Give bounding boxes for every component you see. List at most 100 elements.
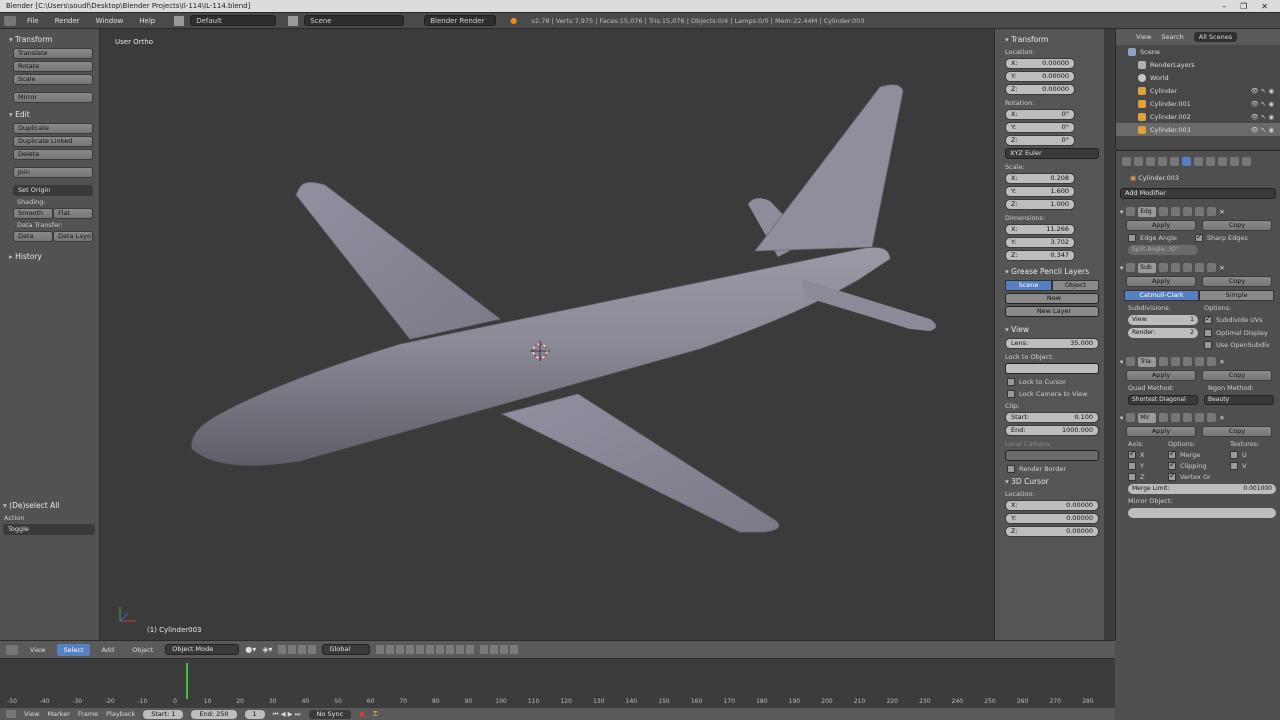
lock-camera-check[interactable]: Lock Camera to View [1007,390,1098,398]
location-z-field[interactable]: Z: 0.00000 [1005,84,1075,95]
layer-icon[interactable] [426,645,435,654]
view-levels-field[interactable]: View: 1 [1128,315,1198,325]
collapse-icon[interactable]: ▾ [1120,208,1123,216]
world-tab-icon[interactable] [1146,156,1155,166]
visibility-icons[interactable]: 👁 ↖ ◉ [1250,126,1274,134]
flat-button[interactable]: Flat [53,208,93,219]
dimensions-z-field[interactable]: Z: 0.347 [1005,250,1075,261]
split-angle-field[interactable]: Split Angle: 30° [1128,245,1198,255]
location-x-field[interactable]: X: 0.00000 [1005,58,1075,69]
collapse-icon[interactable]: ▾ [1120,358,1123,366]
modifier-name[interactable]: Sub [1138,262,1157,273]
viewport-shading-icon[interactable]: ●▾ [245,645,256,654]
physics-tab-icon[interactable] [1242,156,1251,166]
checkbox[interactable] [1007,465,1015,473]
outliner-item-cylinder-002[interactable]: Cylinder.002 👁 ↖ ◉ [1116,110,1280,123]
smooth-button[interactable]: Smooth [13,208,53,219]
3d-viewport[interactable]: User Ortho (1) Cylinder003 [100,29,994,640]
timeline[interactable]: -50 -40 -30 -20 -10 0 10 20 30 40 50 60 70 80 90 100 110… [0,658,1115,708]
checkbox[interactable] [1204,341,1212,349]
scene-tab-icon[interactable] [1134,156,1143,166]
checkbox[interactable] [1168,449,1176,459]
visibility-icons[interactable]: 👁 ↖ ◉ [1250,113,1274,121]
editmode-icon[interactable] [1183,263,1193,272]
checkbox[interactable] [1230,451,1238,459]
checkbox[interactable] [1128,449,1136,459]
apply-button[interactable]: Apply [1126,276,1196,287]
layer-icon[interactable] [396,645,405,654]
menu-help[interactable]: Help [134,17,160,25]
add-modifier-dropdown[interactable]: Add Modifier [1120,188,1276,199]
lock-object-field[interactable] [1005,363,1099,374]
rotation-y-field[interactable]: Y: 0° [1005,122,1075,133]
render-engine-dropdown[interactable]: Blender Render [424,15,497,26]
panel-transform-header[interactable]: Transform [9,35,94,44]
particles-tab-icon[interactable] [1230,156,1239,166]
timeline-view-menu[interactable]: View [24,710,39,718]
layer-icon[interactable] [376,645,385,654]
set-origin-dropdown[interactable]: Set Origin [13,185,93,196]
edge-angle-check[interactable]: Edge Angle [1128,234,1177,242]
grease-object-tab[interactable]: Object [1052,280,1099,291]
view-icon[interactable] [1171,413,1181,422]
view-menu[interactable]: View [24,644,51,656]
snap-icon[interactable] [480,645,489,654]
layer-icon[interactable] [386,645,395,654]
scale-x-field[interactable]: X: 0.208 [1005,173,1075,184]
checkbox[interactable] [1194,232,1203,242]
mirror-object-field[interactable] [1128,508,1276,518]
lens-field[interactable]: Lens: 35.000 [1005,338,1099,349]
simple-tab[interactable]: Simple [1199,290,1274,301]
render-border-check[interactable]: Render Border [1007,465,1098,473]
checkbox[interactable] [1007,378,1015,386]
copy-button[interactable]: Copy [1202,426,1272,437]
texture-u-check[interactable]: U [1230,451,1247,459]
timeline-playback-menu[interactable]: Playback [106,710,135,718]
clip-end-field[interactable]: End: 1000.000 [1005,425,1099,436]
scale-icon[interactable] [308,645,317,654]
close-icon[interactable]: ✕ [1219,358,1224,366]
orientation-dropdown[interactable]: Global [322,644,371,655]
outliner-view-menu[interactable]: View [1136,33,1151,41]
texture-v-check[interactable]: V [1230,462,1246,470]
data-layout-button[interactable]: Data Layo [53,231,93,242]
delete-button[interactable]: Delete [13,149,93,160]
menu-window[interactable]: Window [91,17,129,25]
sync-dropdown[interactable]: No Sync [308,709,352,719]
move-down-icon[interactable] [1207,413,1217,422]
constraints-tab-icon[interactable] [1170,156,1179,166]
copy-button[interactable]: Copy [1202,220,1272,231]
keying-set-icon[interactable]: ⚿ [373,710,378,719]
render-icon[interactable] [1159,263,1169,272]
checkbox[interactable] [1168,471,1176,481]
editmode-icon[interactable] [1183,357,1193,366]
checkbox[interactable] [1230,462,1238,470]
outliner-item-renderlayers[interactable]: RenderLayers [1116,58,1280,71]
merge-check[interactable]: Merge [1168,449,1224,459]
translate-icon[interactable] [288,645,297,654]
move-up-icon[interactable] [1195,207,1205,216]
use-opensubdiv-check[interactable]: Use OpenSubdiv [1204,341,1270,349]
operator-title[interactable]: (De)select All [3,501,100,510]
view-icon[interactable] [1171,263,1181,272]
view-icon[interactable] [1171,357,1181,366]
move-up-icon[interactable] [1195,357,1205,366]
panel-edit-header[interactable]: Edit [9,110,94,119]
rotation-mode-dropdown[interactable]: XYZ Euler [1005,148,1099,159]
merge-limit-field[interactable]: Merge Limit: 0.001000 [1128,484,1276,494]
outliner-item-scene[interactable]: Scene [1116,45,1280,58]
render-tab-icon[interactable] [1122,156,1131,166]
layout-selector[interactable]: Default [190,15,277,26]
move-down-icon[interactable] [1207,263,1217,272]
checkbox[interactable] [1128,462,1136,470]
clipping-check[interactable]: Clipping [1168,460,1224,470]
dimensions-x-field[interactable]: X: 11.266 [1005,224,1075,235]
modifier-name[interactable]: Mir [1138,412,1157,423]
data-tab-icon[interactable] [1194,156,1203,166]
modifiers-tab-icon[interactable] [1182,156,1191,166]
texture-tab-icon[interactable] [1218,156,1227,166]
close-button[interactable]: ✕ [1261,2,1268,11]
vertex-group-check[interactable]: Vertex Gr [1168,471,1211,481]
timeline-frame-menu[interactable]: Frame [78,710,98,718]
add-menu[interactable]: Add [96,644,121,656]
